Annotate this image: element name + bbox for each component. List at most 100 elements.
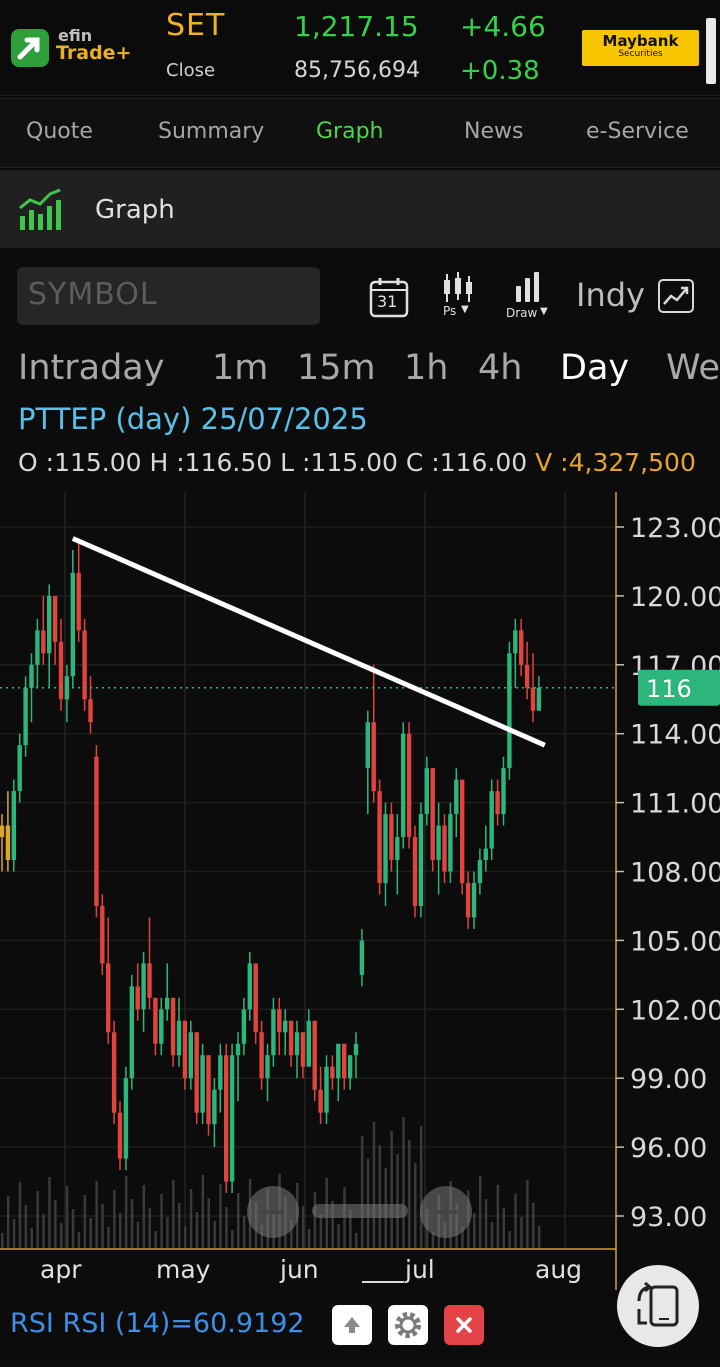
candle-body xyxy=(288,1020,294,1056)
candle-body xyxy=(218,1055,223,1090)
price-style-button[interactable]: Ps ▼ xyxy=(441,272,475,320)
open-label: O : xyxy=(18,448,55,477)
candle-body xyxy=(111,1032,117,1113)
last-price-tag-label: 116 xyxy=(646,675,692,703)
close-price-value: 116.00 xyxy=(439,448,528,477)
candle-body xyxy=(336,1043,341,1079)
indicator-button[interactable]: Indy xyxy=(576,276,645,314)
volume-bar xyxy=(242,1216,246,1248)
volume-bar xyxy=(101,1204,104,1248)
volume-bar xyxy=(207,1198,210,1248)
volume-bar xyxy=(337,1224,340,1248)
efin-logo-icon xyxy=(11,29,49,67)
period-intraday[interactable]: Intraday xyxy=(18,348,164,388)
tab-summary[interactable]: Summary xyxy=(158,119,264,144)
candle-body xyxy=(88,699,93,723)
candle-body xyxy=(141,963,146,1010)
volume-bar xyxy=(532,1203,535,1248)
rotate-screen-button[interactable] xyxy=(617,1265,699,1347)
candle-body xyxy=(312,1020,317,1090)
candle-body xyxy=(406,733,412,838)
period-4h[interactable]: 4h xyxy=(478,348,522,388)
volume-bar xyxy=(537,1226,541,1248)
volume-bar xyxy=(12,1219,16,1248)
candle-body xyxy=(247,963,252,1010)
volume-bar xyxy=(514,1194,517,1248)
volume-bar xyxy=(54,1200,57,1248)
tab-news[interactable]: News xyxy=(464,119,523,144)
period-15m[interactable]: 15m xyxy=(297,348,376,388)
candle-body xyxy=(306,1020,311,1067)
volume-bar xyxy=(71,1209,75,1248)
period-1m[interactable]: 1m xyxy=(212,348,268,388)
candle-body xyxy=(383,814,388,883)
volume-bar xyxy=(396,1154,399,1248)
app-header: efin Trade+ SET Close 1,217.15 85,756,69… xyxy=(0,0,720,96)
price-chart[interactable]: 123.00120.00117.00114.00111.00108.00105.… xyxy=(0,490,720,1290)
candle-body xyxy=(241,1009,247,1044)
candle-body xyxy=(170,997,176,1056)
candle-body xyxy=(401,733,406,838)
candle-body xyxy=(23,687,28,746)
candlestick-icon xyxy=(444,272,472,302)
candle-body xyxy=(176,1020,182,1056)
volume-bar xyxy=(355,1233,358,1248)
volume-bar xyxy=(77,1232,81,1248)
candle-body xyxy=(283,1020,288,1033)
candle-body xyxy=(536,687,542,711)
y-tick-label: 96.00 xyxy=(630,1133,707,1164)
y-tick-label: 102.00 xyxy=(630,995,720,1026)
period-week[interactable]: We xyxy=(666,348,720,388)
calendar-button[interactable]: 31 xyxy=(369,276,409,322)
close-label: Close xyxy=(166,60,216,81)
tab-quote[interactable]: Quote xyxy=(26,119,93,144)
candle-body xyxy=(212,1089,217,1125)
symbol-input[interactable]: SYMBOL xyxy=(17,267,320,325)
index-change: +4.66 xyxy=(460,10,546,43)
candle-body xyxy=(224,1055,229,1182)
volume-bar xyxy=(508,1231,511,1248)
period-1h[interactable]: 1h xyxy=(404,348,448,388)
candle-body xyxy=(389,814,394,861)
move-up-button[interactable] xyxy=(332,1305,372,1345)
candle-body xyxy=(159,1009,164,1044)
candle-body xyxy=(70,572,75,677)
candle-body xyxy=(359,940,365,975)
volume-bar xyxy=(390,1131,393,1248)
volume-bar xyxy=(526,1180,529,1248)
indicator-chart-icon[interactable] xyxy=(657,278,695,314)
candle-body xyxy=(530,687,536,711)
draw-bars-icon xyxy=(516,272,539,302)
candle-body xyxy=(5,825,11,861)
volume-bar xyxy=(166,1217,169,1248)
index-name: SET xyxy=(166,8,226,43)
x-tick-label: jun xyxy=(279,1255,319,1284)
tab-graph[interactable]: Graph xyxy=(316,119,383,144)
candle-body xyxy=(353,1043,359,1056)
volume-bar xyxy=(307,1229,311,1248)
indicator-settings-button[interactable] xyxy=(388,1305,428,1345)
candle-body xyxy=(524,664,530,688)
candle-body xyxy=(41,630,46,654)
broker-name: Maybank xyxy=(602,32,679,50)
volume-bar xyxy=(520,1217,523,1248)
candle-body xyxy=(17,745,22,792)
candle-body xyxy=(271,1009,276,1056)
graph-icon xyxy=(19,188,61,230)
candle-body xyxy=(436,825,441,861)
candle-body xyxy=(253,963,258,1033)
x-tick-label: jul xyxy=(404,1255,435,1284)
low-label: L : xyxy=(280,448,311,477)
volume-bar xyxy=(65,1186,69,1248)
volume-bar xyxy=(225,1207,228,1248)
tab-e-service[interactable]: e-Service xyxy=(586,119,689,144)
candle-body xyxy=(371,722,376,792)
remove-indicator-button[interactable] xyxy=(444,1305,484,1345)
volume-bar xyxy=(378,1145,382,1248)
volume-bar xyxy=(130,1199,134,1248)
draw-button[interactable]: Draw ▼ xyxy=(506,272,552,320)
close-icon xyxy=(456,1317,472,1333)
period-day[interactable]: Day xyxy=(560,348,629,388)
candle-body xyxy=(465,882,471,918)
volume-bar xyxy=(142,1185,146,1248)
